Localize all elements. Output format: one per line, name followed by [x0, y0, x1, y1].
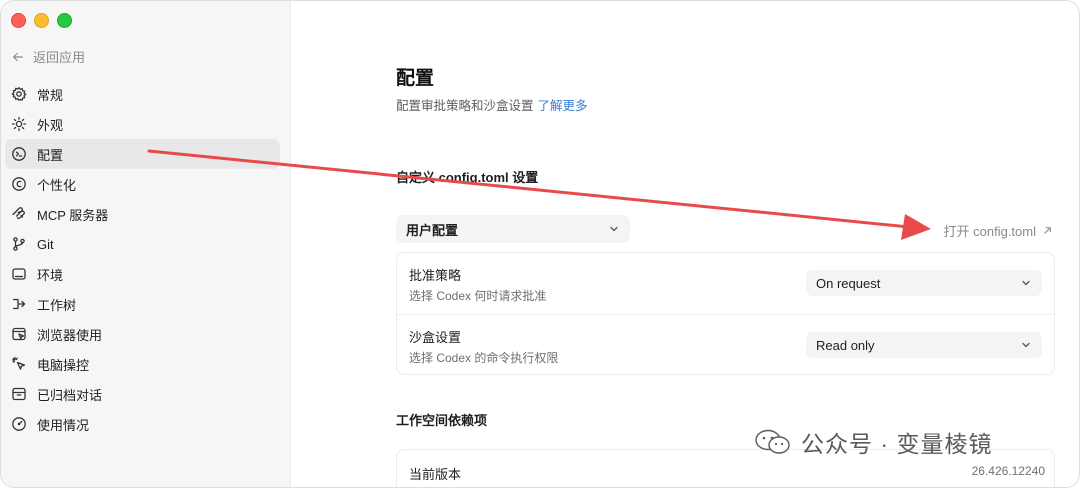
sidebar-item-label: Git	[37, 236, 54, 252]
sidebar-item-label: 电脑操控	[37, 357, 90, 373]
external-link-icon	[1044, 227, 1051, 234]
git-branch-icon	[13, 237, 25, 251]
mcp-icon	[12, 207, 25, 219]
browser-icon	[12, 327, 26, 341]
minimize-window-button[interactable]	[34, 13, 49, 28]
gauge-icon	[12, 417, 26, 431]
archive-icon	[12, 387, 26, 401]
watermark-text: 公众号 · 变量棱镜	[801, 431, 993, 457]
sidebar-item-git[interactable]: Git	[5, 229, 280, 259]
close-window-button[interactable]	[11, 13, 26, 28]
config-icon	[12, 147, 26, 161]
watermark: 公众号 · 变量棱镜	[753, 425, 992, 459]
sandbox-mode-dropdown[interactable]: Read only	[806, 332, 1042, 358]
sandbox-settings-row: 沙盒设置 选择 Codex 的命令执行权限 Read only	[397, 314, 1054, 376]
config-settings-card: 批准策略 选择 Codex 何时请求批准 On request 沙盒设置 选择 …	[396, 252, 1055, 375]
config-profile-select[interactable]: 用户配置	[396, 215, 630, 243]
app-window: 返回应用 常规 外观 配置 个性化 MCP 服务器 Git 环境 工作树 浏览器…	[0, 0, 1080, 488]
sidebar-item-computer-control[interactable]: 电脑操控	[5, 349, 280, 379]
back-to-app-button[interactable]: 返回应用	[11, 47, 85, 66]
approval-policy-label: 批准策略	[409, 268, 462, 283]
open-config-toml-link[interactable]: 打开 config.toml	[944, 221, 1053, 240]
sidebar-item-mcp-servers[interactable]: MCP 服务器	[5, 199, 280, 229]
worktree-icon	[12, 298, 26, 310]
settings-nav: 常规 外观 配置 个性化 MCP 服务器 Git 环境 工作树 浏览器使用 电脑…	[5, 79, 280, 439]
page-subtitle: 配置审批策略和沙盒设置 了解更多	[396, 95, 588, 114]
personalize-icon	[12, 177, 26, 191]
sidebar-item-label: 配置	[37, 147, 64, 163]
profile-select-value: 用户配置	[406, 222, 459, 238]
window-controls	[11, 13, 72, 28]
approval-policy-row: 批准策略 选择 Codex 何时请求批准 On request	[397, 253, 1054, 314]
approval-policy-dropdown[interactable]: On request	[806, 270, 1042, 296]
sandbox-mode-value: Read only	[816, 337, 875, 353]
sidebar-item-usage[interactable]: 使用情况	[5, 409, 280, 439]
sun-icon	[11, 116, 27, 132]
sidebar-item-label: 已归档对话	[37, 387, 103, 403]
zoom-window-button[interactable]	[57, 13, 72, 28]
sidebar-item-label: 浏览器使用	[37, 327, 103, 343]
sidebar-item-config[interactable]: 配置	[5, 139, 280, 169]
approval-policy-value: On request	[816, 275, 881, 291]
subtitle-text: 配置审批策略和沙盒设置	[396, 99, 534, 113]
workspace-dependencies-section-title: 工作空间依赖项	[396, 413, 488, 428]
chevron-down-icon	[1020, 277, 1032, 289]
wechat-icon	[755, 429, 790, 454]
arrow-left-icon	[13, 52, 23, 61]
sandbox-settings-label: 沙盒设置	[409, 330, 462, 345]
learn-more-link[interactable]: 了解更多	[538, 99, 588, 113]
sidebar-item-label: MCP 服务器	[37, 207, 109, 223]
back-label: 返回应用	[33, 50, 86, 65]
settings-sidebar: 返回应用 常规 外观 配置 个性化 MCP 服务器 Git 环境 工作树 浏览器…	[1, 1, 291, 487]
open-config-label: 打开 config.toml	[943, 224, 1036, 239]
sidebar-item-label: 外观	[37, 117, 64, 133]
sidebar-item-label: 常规	[37, 87, 64, 103]
gear-icon	[11, 86, 27, 102]
sidebar-item-worktree[interactable]: 工作树	[5, 289, 280, 319]
chevron-down-icon	[608, 223, 620, 235]
sidebar-item-label: 使用情况	[37, 417, 90, 433]
chevron-down-icon	[1020, 339, 1032, 351]
sidebar-item-label: 环境	[37, 267, 64, 283]
current-version-value: 26.426.12240	[971, 464, 1045, 478]
sidebar-item-label: 工作树	[37, 297, 77, 313]
sidebar-item-personalization[interactable]: 个性化	[5, 169, 280, 199]
custom-config-section-title: 自定义 config.toml 设置	[396, 170, 539, 185]
sidebar-item-appearance[interactable]: 外观	[5, 109, 280, 139]
approval-policy-description: 选择 Codex 何时请求批准	[409, 289, 547, 303]
sidebar-item-label: 个性化	[37, 177, 77, 193]
sidebar-item-archived-chats[interactable]: 已归档对话	[5, 379, 280, 409]
settings-content: 配置 配置审批策略和沙盒设置 了解更多 自定义 config.toml 设置 用户…	[291, 1, 1079, 487]
sidebar-item-environment[interactable]: 环境	[5, 259, 280, 289]
page-title: 配置	[396, 68, 435, 89]
sidebar-item-general[interactable]: 常规	[5, 79, 280, 109]
environment-icon	[12, 268, 26, 280]
current-version-label: 当前版本	[409, 467, 462, 482]
sidebar-item-browser-use[interactable]: 浏览器使用	[5, 319, 280, 349]
sandbox-settings-description: 选择 Codex 的命令执行权限	[409, 351, 559, 365]
pointer-icon	[11, 356, 26, 370]
